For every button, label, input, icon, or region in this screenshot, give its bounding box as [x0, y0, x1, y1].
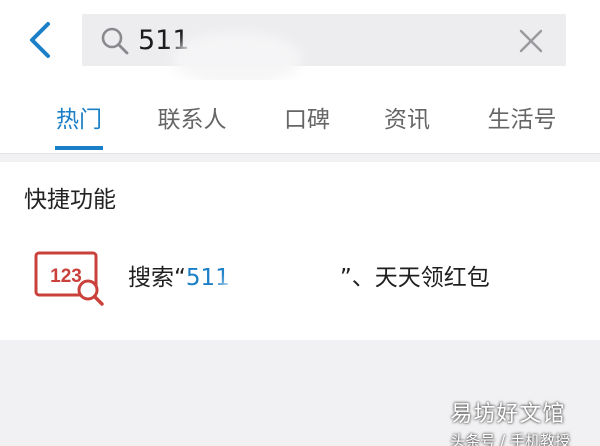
back-button[interactable]	[20, 18, 60, 62]
search-box[interactable]	[82, 14, 566, 66]
redaction-blur	[218, 270, 328, 318]
shortcut-prefix: 搜索“	[128, 265, 186, 291]
tab-hot[interactable]: 热门	[40, 80, 118, 154]
tab-koubei[interactable]: 口碑	[268, 80, 346, 154]
close-icon[interactable]	[516, 26, 546, 56]
active-tab-indicator	[55, 146, 103, 150]
chevron-left-icon	[30, 22, 50, 58]
tab-news[interactable]: 资讯	[368, 80, 446, 154]
tab-contacts[interactable]: 联系人	[140, 80, 244, 154]
category-tabs: 热门 联系人 口碑 资讯 生活号	[0, 80, 600, 154]
tab-life-accounts[interactable]: 生活号	[470, 80, 574, 154]
svg-text:123: 123	[50, 266, 82, 287]
number-search-icon: 123	[34, 251, 104, 306]
redaction-blur	[172, 32, 302, 86]
watermark: 易坊好文馆 头条号 / 手机教授	[450, 396, 570, 446]
search-icon	[101, 27, 129, 55]
watermark-title: 易坊好文馆	[450, 402, 566, 427]
search-header	[0, 0, 600, 80]
watermark-subtitle: 头条号 / 手机教授	[450, 432, 570, 446]
shortcut-suffix: ”、天天领红包	[339, 265, 490, 291]
section-title: 快捷功能	[24, 187, 116, 213]
